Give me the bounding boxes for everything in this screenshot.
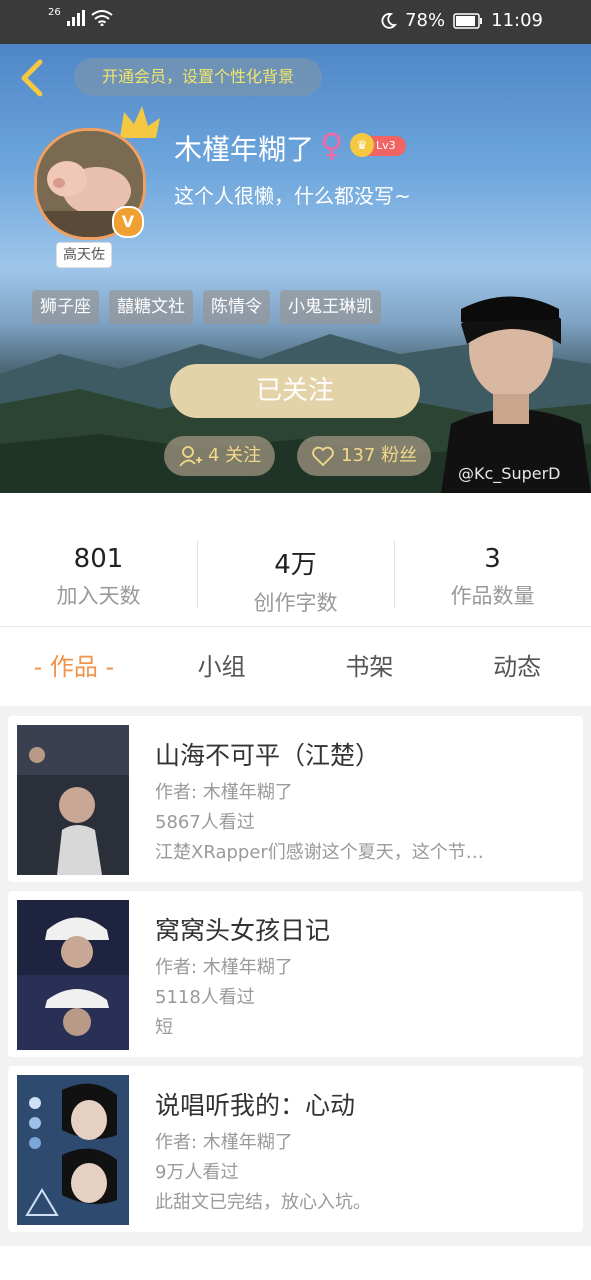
stat-value: 4万 — [274, 550, 317, 580]
back-arrow-icon[interactable] — [14, 58, 50, 98]
watermark: @Kc_SuperD — [458, 464, 561, 483]
following-count: 4 关注 — [208, 445, 262, 466]
fans-button[interactable]: 137 粉丝 — [297, 436, 432, 476]
tab-bar: - 作品 - 小组 书架 动态 — [0, 628, 591, 706]
moon-icon — [381, 12, 398, 29]
work-cover — [17, 1075, 129, 1225]
stat-label: 作品数量 — [450, 584, 535, 608]
stat-value: 3 — [484, 544, 501, 574]
work-title: 窝窝头女孩日记 — [155, 916, 331, 945]
tag-item[interactable]: 小鬼王琳凯 — [280, 290, 381, 324]
tab-bookshelf[interactable]: 书架 — [296, 628, 444, 706]
status-bar: 26 78% 11:09 — [0, 0, 591, 44]
heart-plus-icon — [312, 446, 334, 467]
tag-item[interactable]: 囍糖文社 — [109, 290, 193, 324]
network-type: 26 — [48, 6, 61, 18]
female-icon: ♀ — [320, 126, 344, 164]
stat-works-count: 3 作品数量 — [394, 530, 591, 620]
tag-list: 狮子座 囍糖文社 陈情令 小鬼王琳凯 — [32, 290, 381, 324]
work-title: 说唱听我的：心动 — [155, 1091, 356, 1120]
following-button[interactable]: 4 关注 — [164, 436, 276, 476]
work-description: 江楚XRapper们感谢这个夏天，这个节… — [155, 842, 484, 863]
work-author: 作者: 木槿年糊了 — [155, 782, 293, 803]
level-crown-icon: ♛ — [350, 133, 374, 157]
work-card[interactable]: 窝窝头女孩日记 作者: 木槿年糊了 5118人看过 短 — [8, 891, 583, 1057]
stat-label: 创作字数 — [253, 591, 338, 615]
tag-item[interactable]: 陈情令 — [203, 290, 270, 324]
profile-header: 开通会员，设置个性化背景 V 高天佐 木槿年糊了 ♀ ♛ Lv3 这个人很懒，什… — [0, 44, 591, 493]
work-cover — [17, 725, 129, 875]
tab-activity[interactable]: 动态 — [443, 628, 591, 706]
stat-value: 801 — [73, 544, 124, 574]
work-cover — [17, 900, 129, 1050]
work-views: 5118人看过 — [155, 987, 255, 1008]
verified-v-icon: V — [112, 206, 144, 238]
bio-text: 这个人很懒，什么都没写~ — [174, 184, 411, 208]
person-photo — [441, 296, 591, 493]
tag-item[interactable]: 狮子座 — [32, 290, 99, 324]
work-description: 此甜文已完结，放心入坑。 — [155, 1192, 371, 1213]
stats-row: 801 加入天数 4万 创作字数 3 作品数量 — [0, 530, 591, 620]
level-badge: ♛ Lv3 — [350, 133, 406, 157]
battery-percent: 78% — [405, 10, 446, 31]
divider — [0, 626, 591, 627]
fans-count: 137 粉丝 — [341, 445, 418, 466]
user-plus-icon — [179, 446, 202, 467]
work-card[interactable]: 山海不可平（江楚） 作者: 木槿年糊了 5867人看过 江楚XRapper们感谢… — [8, 716, 583, 882]
work-card[interactable]: 说唱听我的：心动 作者: 木槿年糊了 9万人看过 此甜文已完结，放心入坑。 — [8, 1066, 583, 1232]
signal-icon — [66, 10, 85, 26]
works-list: 山海不可平（江楚） 作者: 木槿年糊了 5867人看过 江楚XRapper们感谢… — [0, 706, 591, 1246]
followed-button[interactable]: 已关注 — [170, 364, 420, 418]
work-description: 短 — [155, 1017, 173, 1038]
work-views: 9万人看过 — [155, 1162, 239, 1183]
wifi-icon — [91, 10, 113, 26]
work-views: 5867人看过 — [155, 812, 255, 833]
avatar-tag: 高天佐 — [56, 242, 112, 268]
clock: 11:09 — [491, 10, 543, 31]
work-title: 山海不可平（江楚） — [155, 741, 381, 770]
vip-banner[interactable]: 开通会员，设置个性化背景 — [74, 58, 322, 96]
username: 木槿年糊了 — [174, 133, 315, 166]
stat-word-count: 4万 创作字数 — [197, 530, 394, 620]
work-author: 作者: 木槿年糊了 — [155, 957, 293, 978]
stat-join-days: 801 加入天数 — [0, 530, 197, 620]
tab-works[interactable]: - 作品 - — [0, 628, 148, 706]
battery-icon — [453, 12, 483, 29]
work-author: 作者: 木槿年糊了 — [155, 1132, 293, 1153]
tab-groups[interactable]: 小组 — [148, 628, 296, 706]
stat-label: 加入天数 — [56, 584, 141, 608]
